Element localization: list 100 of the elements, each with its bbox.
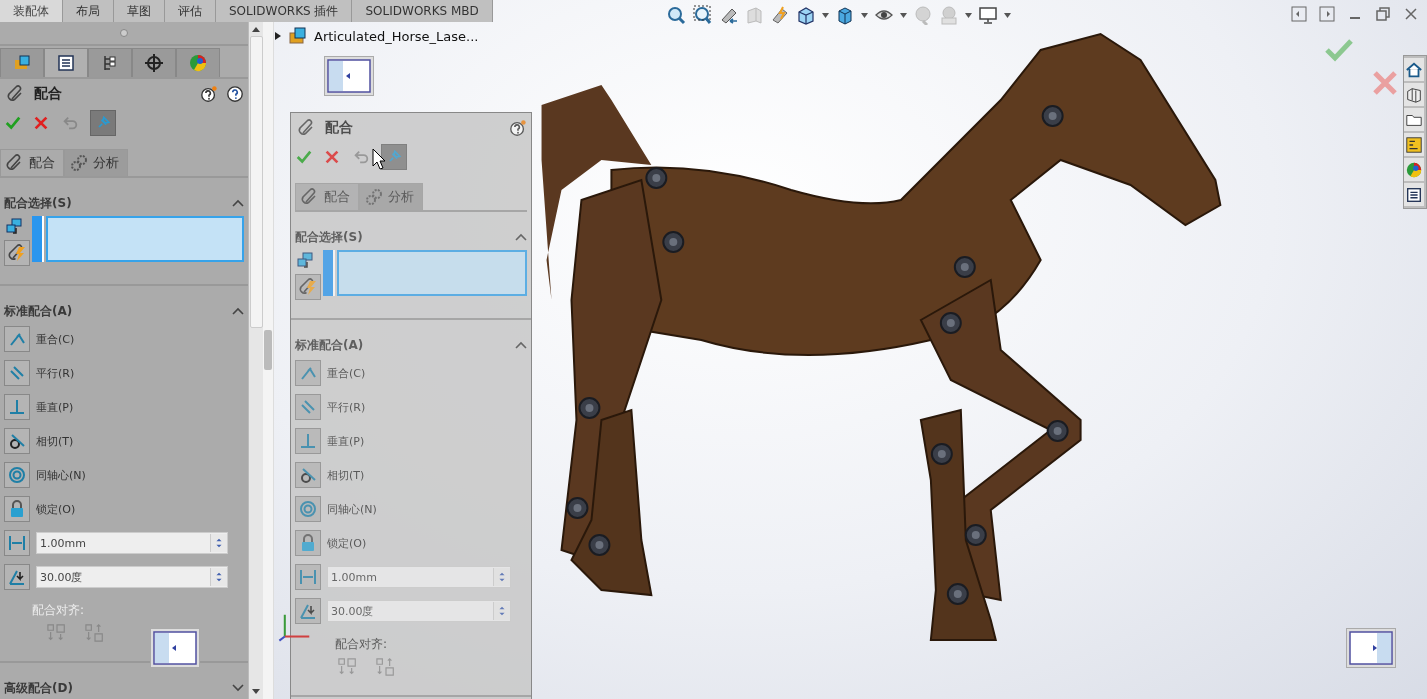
command-tab[interactable]: 评估 bbox=[165, 0, 216, 22]
collapse-icon[interactable] bbox=[232, 199, 244, 207]
tree-item[interactable]: Articulated_Horse_Lase... bbox=[314, 28, 479, 44]
expand-arrow-icon[interactable] bbox=[274, 31, 282, 41]
dropdown-caret-icon[interactable] bbox=[965, 12, 972, 18]
home-icon[interactable] bbox=[1404, 58, 1424, 81]
spinner-button[interactable] bbox=[210, 534, 227, 552]
splitter-handle[interactable] bbox=[264, 329, 272, 370]
alignment-label: 配合对齐: bbox=[335, 636, 389, 653]
spinner-button[interactable] bbox=[210, 568, 227, 586]
mate-option-label: 垂直(P) bbox=[36, 399, 74, 415]
tile-left-icon[interactable] bbox=[1291, 6, 1307, 22]
selection-list-field[interactable] bbox=[32, 216, 244, 262]
display-style-icon[interactable] bbox=[835, 5, 855, 25]
spinner-button[interactable] bbox=[493, 602, 510, 620]
pin-button[interactable] bbox=[381, 144, 407, 170]
parallel-mate-button[interactable] bbox=[4, 360, 30, 386]
collapse-icon[interactable] bbox=[515, 233, 527, 241]
command-tab[interactable]: 装配体 bbox=[0, 0, 63, 22]
dynamic-annotation-icon[interactable] bbox=[770, 5, 790, 25]
mate-option-label: 同轴心(N) bbox=[36, 467, 86, 483]
panel-title: 配合 bbox=[325, 119, 353, 137]
mate-diagnostics-button[interactable] bbox=[295, 274, 321, 300]
distance-mate-button[interactable] bbox=[4, 530, 30, 556]
section-title: 标准配合(A) bbox=[295, 336, 364, 354]
whats-new-help-icon[interactable] bbox=[509, 119, 527, 137]
gears-icon bbox=[364, 187, 384, 207]
ok-check-icon[interactable] bbox=[4, 114, 22, 132]
section-title: 高级配合(D) bbox=[4, 679, 73, 697]
cancel-x-icon[interactable] bbox=[323, 148, 341, 166]
confirm-check-icon[interactable] bbox=[1324, 38, 1354, 62]
selection-list-field[interactable] bbox=[323, 250, 527, 296]
paperclip-lightning-icon bbox=[7, 243, 27, 263]
display-tab[interactable] bbox=[176, 48, 220, 77]
mate-diagnostics-button[interactable] bbox=[4, 240, 30, 266]
perpendicular-icon bbox=[298, 431, 318, 451]
dimxpert-icon bbox=[144, 53, 164, 73]
appearances-icon[interactable] bbox=[1404, 158, 1424, 181]
distance-icon bbox=[7, 533, 27, 553]
command-tab[interactable]: 布局 bbox=[63, 0, 114, 22]
panel-tab[interactable]: 配合 bbox=[0, 149, 64, 176]
dropdown-caret-icon[interactable] bbox=[1004, 12, 1011, 18]
collapse-icon[interactable] bbox=[515, 341, 527, 349]
dropdown-caret-icon[interactable] bbox=[822, 12, 829, 18]
section-title: 标准配合(A) bbox=[4, 302, 73, 320]
command-tab[interactable]: 草图 bbox=[114, 0, 165, 22]
tangent-icon bbox=[7, 431, 27, 451]
cancel-x-icon[interactable] bbox=[32, 114, 50, 132]
restore-icon[interactable] bbox=[1375, 6, 1391, 22]
palette-icon[interactable] bbox=[1404, 133, 1424, 156]
angle-mate-button[interactable] bbox=[4, 564, 30, 590]
custom-properties-icon[interactable] bbox=[1404, 183, 1424, 206]
lock-mate-button[interactable] bbox=[295, 530, 321, 556]
scrollbar-thumb[interactable] bbox=[249, 36, 263, 328]
distance-input-field[interactable]: 1.00mm bbox=[36, 532, 228, 554]
spinner-button[interactable] bbox=[493, 568, 510, 586]
command-tab[interactable]: SOLIDWORKS MBD bbox=[352, 0, 493, 22]
help-icon[interactable] bbox=[226, 85, 244, 103]
angle-mate-button[interactable] bbox=[295, 598, 321, 624]
concentric-mate-button[interactable] bbox=[4, 462, 30, 488]
monitor-icon[interactable] bbox=[978, 5, 998, 25]
distance-input-field[interactable]: 1.00mm bbox=[327, 566, 511, 588]
zoom-to-fit-icon[interactable] bbox=[666, 5, 686, 25]
display-icon bbox=[188, 53, 208, 73]
library-icon[interactable] bbox=[1404, 83, 1424, 106]
assembly-icon[interactable] bbox=[288, 26, 308, 46]
mate-option-label: 平行(R) bbox=[36, 365, 75, 381]
tangent-mate-button[interactable] bbox=[4, 428, 30, 454]
axis-triad-drawing bbox=[278, 612, 312, 642]
mate-option-label: 锁定(O) bbox=[327, 535, 367, 551]
dock-target-icon bbox=[1346, 628, 1396, 668]
alignment-label: 配合对齐: bbox=[32, 602, 86, 619]
section-title: 配合选择(S) bbox=[295, 228, 363, 246]
coincident-mate-button[interactable] bbox=[4, 326, 30, 352]
tangent-mate-button[interactable] bbox=[295, 462, 321, 488]
whats-new-help-icon[interactable] bbox=[200, 85, 218, 103]
property-tab[interactable] bbox=[44, 48, 88, 77]
dropdown-caret-icon[interactable] bbox=[861, 12, 868, 18]
concentric-icon bbox=[7, 465, 27, 485]
grip-icon[interactable] bbox=[120, 29, 128, 37]
panel-tab[interactable]: 分析 bbox=[64, 149, 128, 176]
perpendicular-mate-button[interactable] bbox=[4, 394, 30, 420]
tile-right-icon[interactable] bbox=[1319, 6, 1335, 22]
angle-input-field[interactable]: 30.00度 bbox=[327, 600, 511, 622]
expand-icon[interactable] bbox=[232, 684, 244, 692]
tangent-icon bbox=[298, 465, 318, 485]
collapse-icon[interactable] bbox=[232, 307, 244, 315]
angle-input-field[interactable]: 30.00度 bbox=[36, 566, 228, 588]
lock-mate-button[interactable] bbox=[4, 496, 30, 522]
close-icon[interactable] bbox=[1403, 6, 1419, 22]
folder-icon[interactable] bbox=[1404, 108, 1424, 131]
command-tab[interactable]: SOLIDWORKS 插件 bbox=[216, 0, 353, 22]
distance-icon bbox=[298, 567, 318, 587]
dropdown-caret-icon[interactable] bbox=[900, 12, 907, 18]
ok-check-icon[interactable] bbox=[295, 148, 313, 166]
zoom-area-icon[interactable] bbox=[692, 5, 712, 25]
mouse-cursor-icon bbox=[372, 148, 386, 170]
mate-option-label: 平行(R) bbox=[327, 399, 366, 415]
view-orientation-icon[interactable] bbox=[796, 5, 816, 25]
dimxpert-tab[interactable] bbox=[132, 48, 176, 77]
